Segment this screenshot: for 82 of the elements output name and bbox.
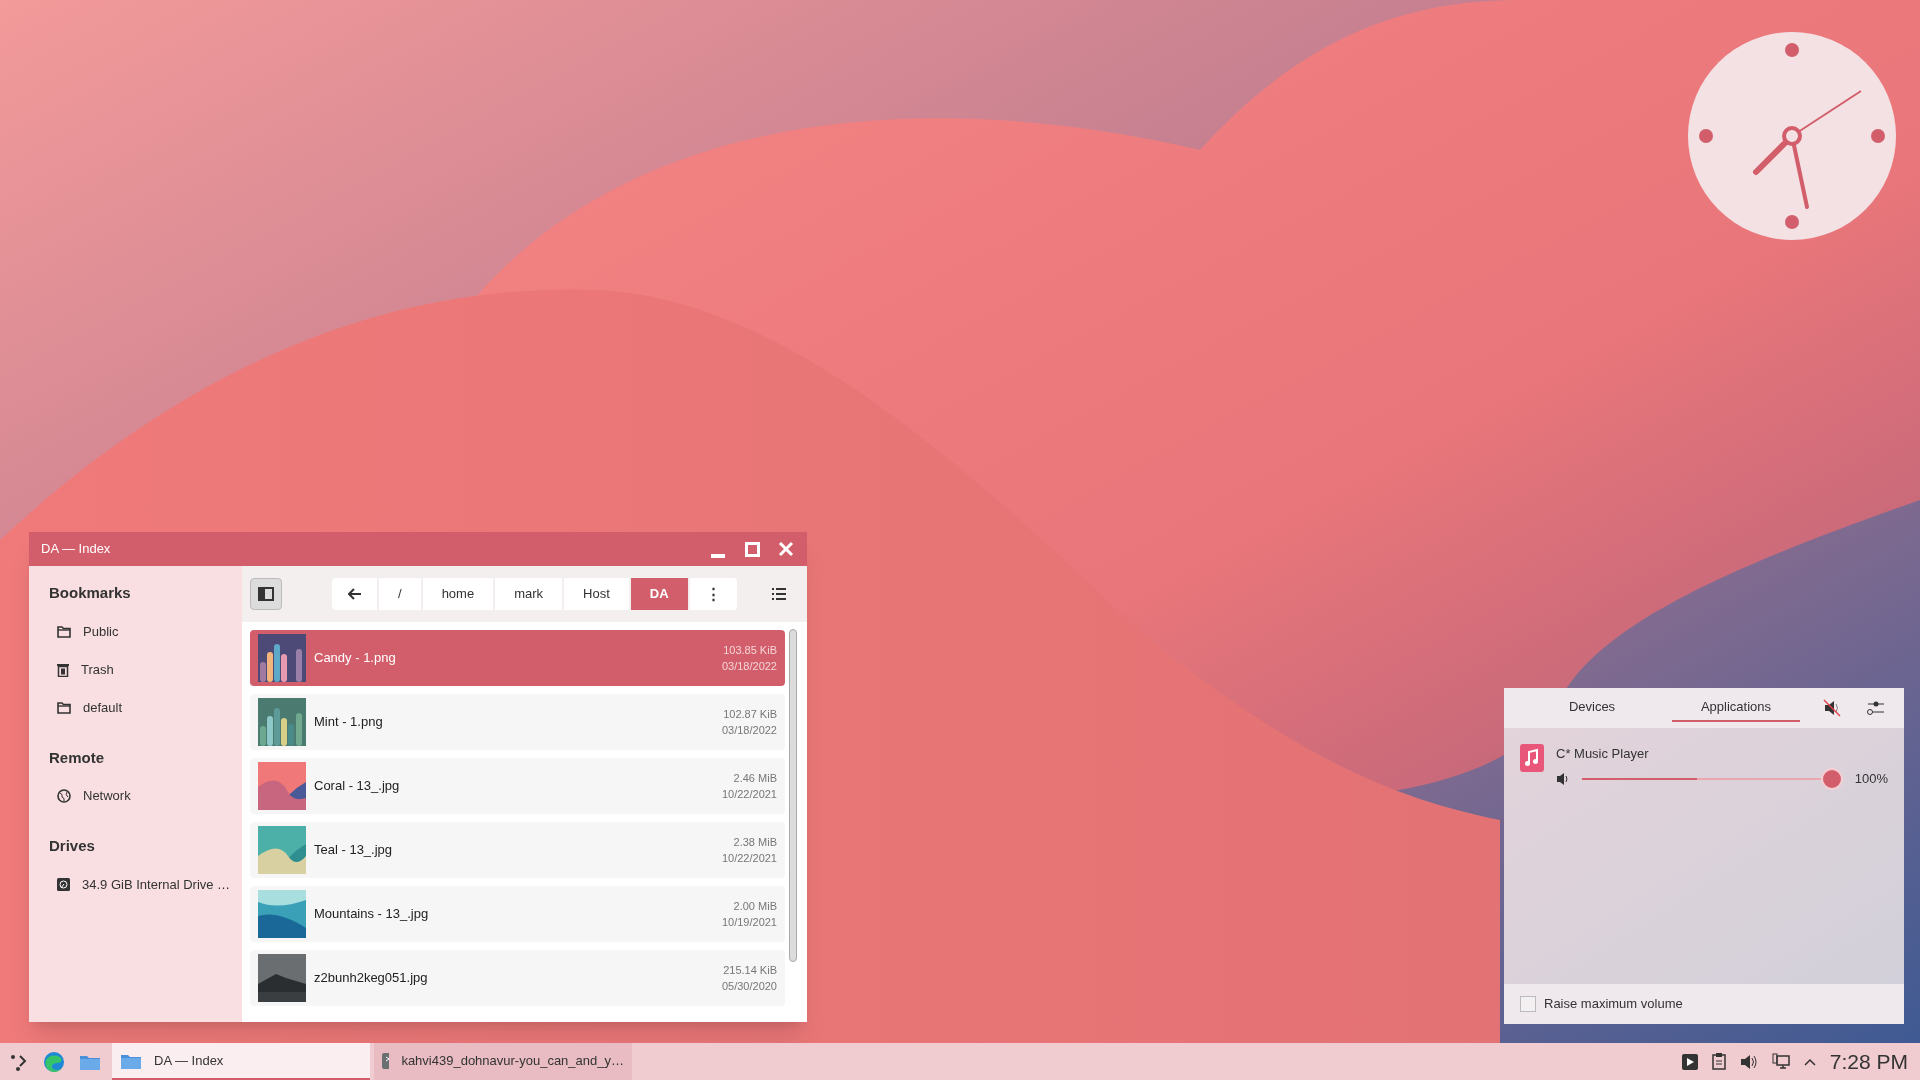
sidebar-item[interactable]: Public	[45, 612, 226, 651]
breadcrumb-button[interactable]: mark	[495, 578, 563, 610]
file-date: 05/30/2020	[721, 979, 777, 994]
file-size: 2.46 MiB	[733, 770, 777, 786]
file-date: 03/18/2022	[721, 723, 777, 738]
file-name: Mountains - 13_.jpg	[314, 905, 430, 924]
file-size: 102.87 KiB	[723, 706, 777, 722]
sliders-icon	[1867, 701, 1885, 715]
taskbar-task[interactable]: DA — Index	[112, 1043, 370, 1080]
caret-up-icon[interactable]	[1803, 1057, 1816, 1066]
section-heading: Bookmarks	[49, 583, 132, 603]
back-button[interactable]	[332, 578, 377, 610]
thumbnail-image	[258, 826, 306, 874]
file-size: 2.38 MiB	[733, 834, 777, 850]
volume-slider[interactable]	[1582, 767, 1843, 790]
speaker-icon[interactable]	[1739, 1053, 1758, 1070]
section-heading: Remote	[49, 747, 105, 768]
file-name: Candy - 1.png	[314, 649, 397, 668]
tab[interactable]: Applications	[1672, 694, 1800, 722]
file-size: 2.00 MiB	[733, 898, 777, 914]
list-view-icon	[772, 588, 786, 600]
file-date: 10/22/2021	[721, 851, 777, 866]
clock-time[interactable]: 7:28 PM	[1829, 1045, 1908, 1078]
launcher-icon	[9, 1052, 27, 1071]
clipboard-icon[interactable]	[1711, 1053, 1726, 1070]
file-row[interactable]: Mountains - 13_.jpg 2.00 MiB 10/19/2021	[250, 886, 785, 942]
file-date: 10/22/2021	[721, 787, 777, 802]
thumbnail-image	[258, 762, 306, 810]
file-name: Mint - 1.png	[314, 713, 384, 732]
breadcrumb-button[interactable]: /	[379, 578, 421, 610]
globe-icon	[57, 789, 71, 803]
volume-percent: 100%	[1854, 769, 1888, 788]
file-size: 215.14 KiB	[723, 962, 777, 978]
muted-speaker-icon	[1823, 699, 1841, 717]
more-button[interactable]: ⋮	[689, 578, 737, 610]
file-name: Coral - 13_.jpg	[314, 777, 401, 796]
taskbar-task[interactable]: kahvi439_dohnavur-you_can_and_y…	[374, 1043, 632, 1080]
sidebar-item[interactable]: Network	[45, 777, 226, 815]
folder-icon	[57, 625, 71, 638]
tab[interactable]: Devices	[1528, 694, 1656, 722]
network-icon[interactable]	[1771, 1053, 1790, 1070]
thumbnail-image	[258, 634, 306, 682]
sidebar-item[interactable]: default	[45, 688, 226, 727]
maximize-button[interactable]	[743, 540, 761, 558]
back-arrow-icon	[347, 588, 362, 600]
file-date: 10/19/2021	[721, 915, 777, 930]
sidebar-toggle-button[interactable]	[250, 578, 282, 610]
section-heading: Drives	[49, 836, 96, 856]
checkbox[interactable]	[1520, 996, 1536, 1012]
thumbnail-image	[258, 890, 306, 938]
breadcrumb-button[interactable]: home	[422, 578, 494, 610]
slider-thumb[interactable]	[1820, 767, 1843, 790]
breadcrumb-button[interactable]: Host	[564, 578, 629, 610]
file-name: Teal - 13_.jpg	[314, 841, 394, 860]
file-row[interactable]: Coral - 13_.jpg 2.46 MiB 10/22/2021	[250, 758, 785, 814]
maximize-icon	[744, 541, 760, 557]
media-player-icon[interactable]	[1681, 1053, 1698, 1070]
file-date: 03/18/2022	[721, 659, 777, 674]
file-row[interactable]: z2bunh2keg051.jpg 215.14 KiB 05/30/2020	[250, 950, 785, 1006]
music-note-icon	[1520, 744, 1544, 772]
sidebar-item[interactable]: Trash	[45, 650, 226, 689]
file-row[interactable]: Mint - 1.png 102.87 KiB 03/18/2022	[250, 694, 785, 750]
speaker-icon[interactable]	[1556, 771, 1570, 786]
close-button[interactable]	[777, 540, 795, 558]
trash-icon	[57, 662, 69, 677]
drive-icon	[57, 878, 70, 891]
close-icon	[778, 541, 794, 557]
thumbnail-image	[258, 698, 306, 746]
file-row[interactable]: Candy - 1.png 103.85 KiB 03/18/2022	[250, 630, 785, 686]
thumbnail-image	[258, 954, 306, 1002]
breadcrumb-button[interactable]: DA	[630, 578, 688, 610]
scrollbar[interactable]	[789, 629, 797, 962]
checkbox-label: Raise maximum volume	[1544, 995, 1683, 1014]
app-name: C* Music Player	[1556, 745, 1650, 763]
sidebar-icon	[258, 587, 274, 601]
window-title: DA — Index	[41, 540, 111, 559]
file-row[interactable]: Teal - 13_.jpg 2.38 MiB 10/22/2021	[250, 822, 785, 878]
file-name: z2bunh2keg051.jpg	[314, 969, 429, 988]
file-size: 103.85 KiB	[723, 642, 777, 658]
browser-icon	[43, 1050, 65, 1073]
minimize-icon	[711, 554, 725, 558]
folder-icon	[57, 701, 71, 714]
